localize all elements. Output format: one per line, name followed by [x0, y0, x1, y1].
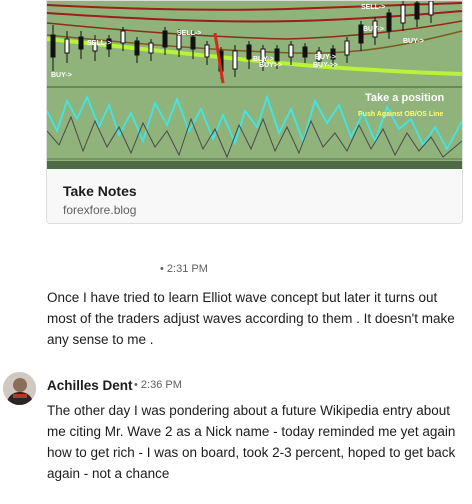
link-preview-card[interactable]: SELL-> SELL-> SELL-> BUY-> BUY-> BUY-> B…	[46, 0, 463, 224]
message-text: Once I have tried to learn Elliot wave c…	[47, 290, 455, 347]
signal-label: BUY->	[403, 38, 424, 45]
message-timestamp[interactable]: • 2:36 PM	[134, 379, 182, 391]
chart-overlay-heading: Take a position	[365, 92, 445, 104]
signal-label: SELL->	[177, 30, 201, 37]
link-preview-domain[interactable]: forexfore.blog	[63, 203, 136, 217]
signal-label: SELL->	[361, 4, 385, 11]
avatar[interactable]	[3, 372, 36, 405]
message-author[interactable]: Achilles Dent	[47, 378, 133, 393]
signal-label: BUY->	[315, 54, 336, 61]
signal-label: BUY->>	[313, 62, 338, 69]
user-avatar-icon	[3, 372, 36, 405]
signal-label: BUY>>	[259, 62, 282, 69]
forex-chart: SELL-> SELL-> SELL-> BUY-> BUY-> BUY-> B…	[47, 1, 462, 169]
link-preview-title[interactable]: Take Notes	[63, 183, 137, 199]
link-preview-meta: Take Notes forexfore.blog	[47, 169, 462, 223]
signal-label: SELL->	[87, 40, 111, 47]
link-preview-image[interactable]: SELL-> SELL-> SELL-> BUY-> BUY-> BUY-> B…	[47, 1, 462, 169]
signal-label: BUY->	[363, 26, 384, 33]
message-text: The other day I was pondering about a fu…	[47, 403, 456, 481]
chart-overlay-subtext: Push Against OB/OS Line	[358, 111, 443, 118]
message-timestamp[interactable]: • 2:31 PM	[160, 263, 208, 275]
time-axis	[47, 161, 462, 169]
signal-label: BUY->	[51, 72, 72, 79]
